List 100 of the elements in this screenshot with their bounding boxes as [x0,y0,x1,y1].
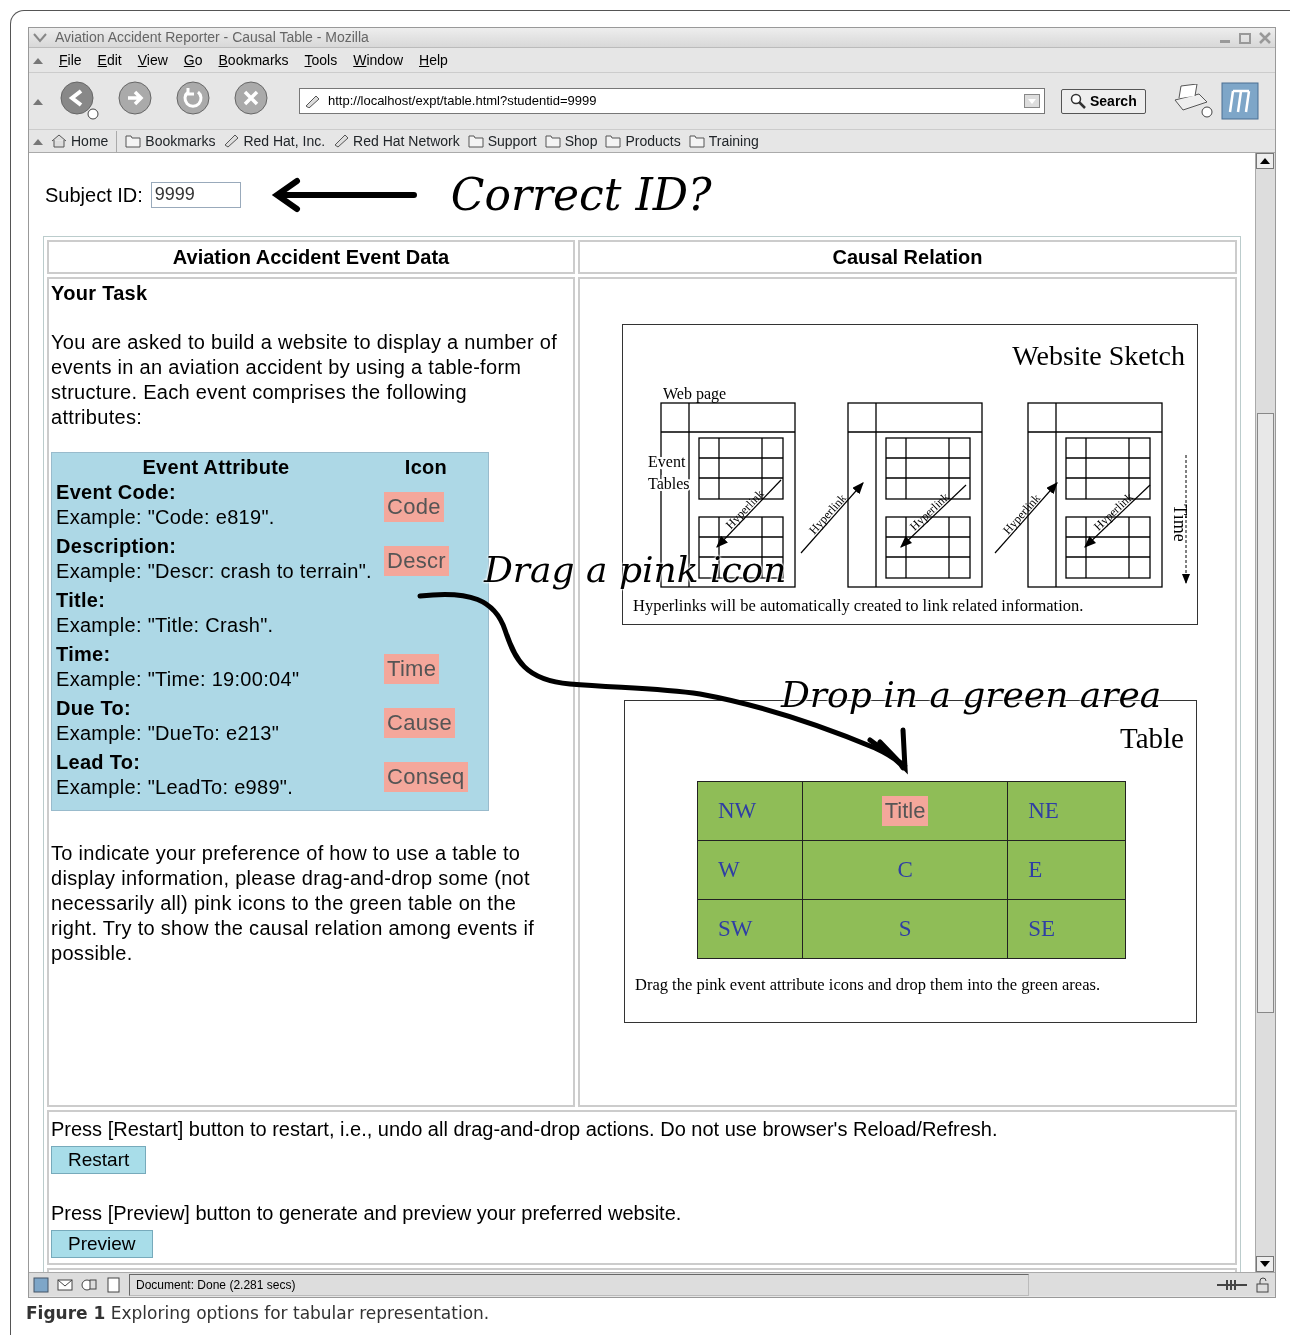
attribute-name: Description: [56,534,178,559]
attribute-example: Example: "Title: Crash". [56,613,275,638]
bookmark-link[interactable]: Bookmarks [116,130,216,152]
bookmark-icon [223,133,240,149]
sketch-caption: Hyperlinks will be automatically created to link related information. [633,596,1084,615]
folder-icon [467,133,484,149]
attribute-icon[interactable]: Conseq [384,762,468,792]
menu-item[interactable]: Window [353,49,404,71]
collapse-icon[interactable] [33,56,43,64]
menu-item[interactable]: Tools [304,49,338,71]
attribute-icon[interactable]: Code [384,492,444,522]
attribute-icon[interactable]: Descr [384,546,449,576]
attribute-name: Lead To: [56,750,142,775]
dropdown-icon[interactable] [1024,94,1040,108]
attribute-icon[interactable]: Cause [384,708,456,738]
attribute-example: Example: "DueTo: e213" [56,721,281,746]
page-icon[interactable] [105,1276,121,1293]
menu-item[interactable]: Go [183,49,203,71]
attribute-example: Example: "LeadTo: e989". [56,775,295,800]
column-heading: Aviation Accident Event Data [47,240,575,274]
house-icon [51,133,67,149]
time-label: Time [1170,504,1190,542]
menu-item[interactable]: File [59,49,82,71]
collapse-icon[interactable] [33,97,43,105]
window-icon[interactable] [33,1276,49,1293]
bookmark-link[interactable]: Shop [544,130,598,152]
search-button[interactable]: Search [1061,88,1146,114]
folder-icon [544,133,561,149]
status-text: Document: Done (2.281 secs) [129,1273,1029,1296]
intro-paragraph: You are asked to build a website to display a number of events in an aviation accident by using a table-form structure. Each event comprises the following attributes: [51,330,559,430]
scrollbar[interactable] [1255,153,1275,1272]
folder-icon [125,133,142,149]
hyperlink-arrow [800,482,864,554]
drop-zone[interactable]: SW [697,899,803,959]
restart-button[interactable]: Restart [51,1146,147,1174]
web-page-label: Web page [663,385,727,402]
bookmark-link[interactable]: Red Hat, Inc. [223,130,326,152]
scroll-up-icon[interactable] [1256,153,1274,169]
task-heading: Your Task [51,281,149,306]
column-heading: Event Attribute [141,455,291,480]
attribute-example: Example: "Time: 19:00:04" [56,667,301,692]
instructions-paragraph: To indicate your preference of how to use a table to display information, please drag-and-drop some (not necessarily all) pink icons to the green table on the right. Try to show the causal relation among events if possible. [51,841,536,966]
drop-zone[interactable]: NW [697,781,803,841]
caret-icon[interactable] [33,32,47,43]
menu-item[interactable]: Help [419,49,448,71]
attribute-name: Event Code: [56,480,177,505]
drop-zone[interactable]: C [802,840,1008,900]
maximize-icon[interactable] [1239,31,1251,44]
menu-item[interactable]: Edit [97,49,122,71]
bookmark-link[interactable]: Support [467,130,537,152]
attribute-icon[interactable]: Title [881,795,929,826]
table-caption: Drag the pink event attribute icons and drop them into the green areas. [635,974,1102,996]
collapse-icon[interactable] [33,137,43,145]
search-icon [1070,93,1086,109]
drop-zone[interactable]: E [1007,840,1126,900]
chat-icon[interactable] [81,1276,97,1293]
drop-zone[interactable]: S [802,899,1008,959]
drop-zone[interactable]: NE [1007,781,1126,841]
printer-icon[interactable] [1171,84,1213,118]
attribute-example: Example: "Descr: crash to terrain". [56,559,373,584]
bookmark-icon [333,133,350,149]
lock-icon [1255,1276,1271,1293]
scroll-down-icon[interactable] [1256,1256,1274,1272]
table-title: Table [1119,721,1184,756]
bookmark-link[interactable]: Products [605,130,681,152]
back-button[interactable] [59,80,101,122]
attribute-example: Example: "Code: e819". [56,505,276,530]
sketch-title: Website Sketch [1012,340,1185,371]
menu-item[interactable]: View [137,49,168,71]
drop-zone[interactable]: Title [802,781,1008,841]
hyperlink-arrow [716,479,782,548]
menu-item[interactable]: Bookmarks [218,49,289,71]
hyperlink-arrow [900,484,967,548]
preview-button[interactable]: Preview [51,1230,153,1258]
bookmark-link[interactable]: Red Hat Network [333,130,460,152]
attribute-icon[interactable]: Time [384,654,440,684]
column-heading: Causal Relation [578,240,1237,274]
page-icon [304,94,320,108]
attribute-name: Time: [56,642,112,667]
drop-zone[interactable]: SE [1007,899,1126,959]
hyperlink-arrow [994,482,1058,554]
restart-instruction: Press [Restart] button to restart, i.e., undo all drag-and-drop actions. Do not use browser's Reload/Refresh. [51,1117,999,1142]
bookmark-link[interactable]: Training [688,130,759,152]
connection-icon [1217,1277,1247,1292]
folder-icon [688,133,705,149]
url-field[interactable]: http://localhost/expt/table.html?studentid=9999 [299,88,1045,114]
drop-zone[interactable]: W [697,840,803,900]
logo-icon[interactable] [1221,82,1259,120]
mail-icon[interactable] [57,1276,73,1293]
preview-instruction: Press [Preview] button to generate and preview your preferred website. [51,1201,683,1226]
bookmark-link[interactable]: Home [51,130,109,152]
subject-id-label: Subject ID: [45,182,143,208]
attribute-name: Title: [56,588,107,613]
correct-id-annotation: Correct ID? [450,167,712,222]
scroll-thumb[interactable] [1257,412,1274,1013]
folder-icon [605,133,622,149]
hyperlink-arrow [1084,484,1151,548]
subject-id-field[interactable]: 9999 [150,181,241,208]
close-icon[interactable] [1259,31,1271,44]
window-title: Aviation Accident Reporter - Causal Table - Mozilla [55,28,370,47]
